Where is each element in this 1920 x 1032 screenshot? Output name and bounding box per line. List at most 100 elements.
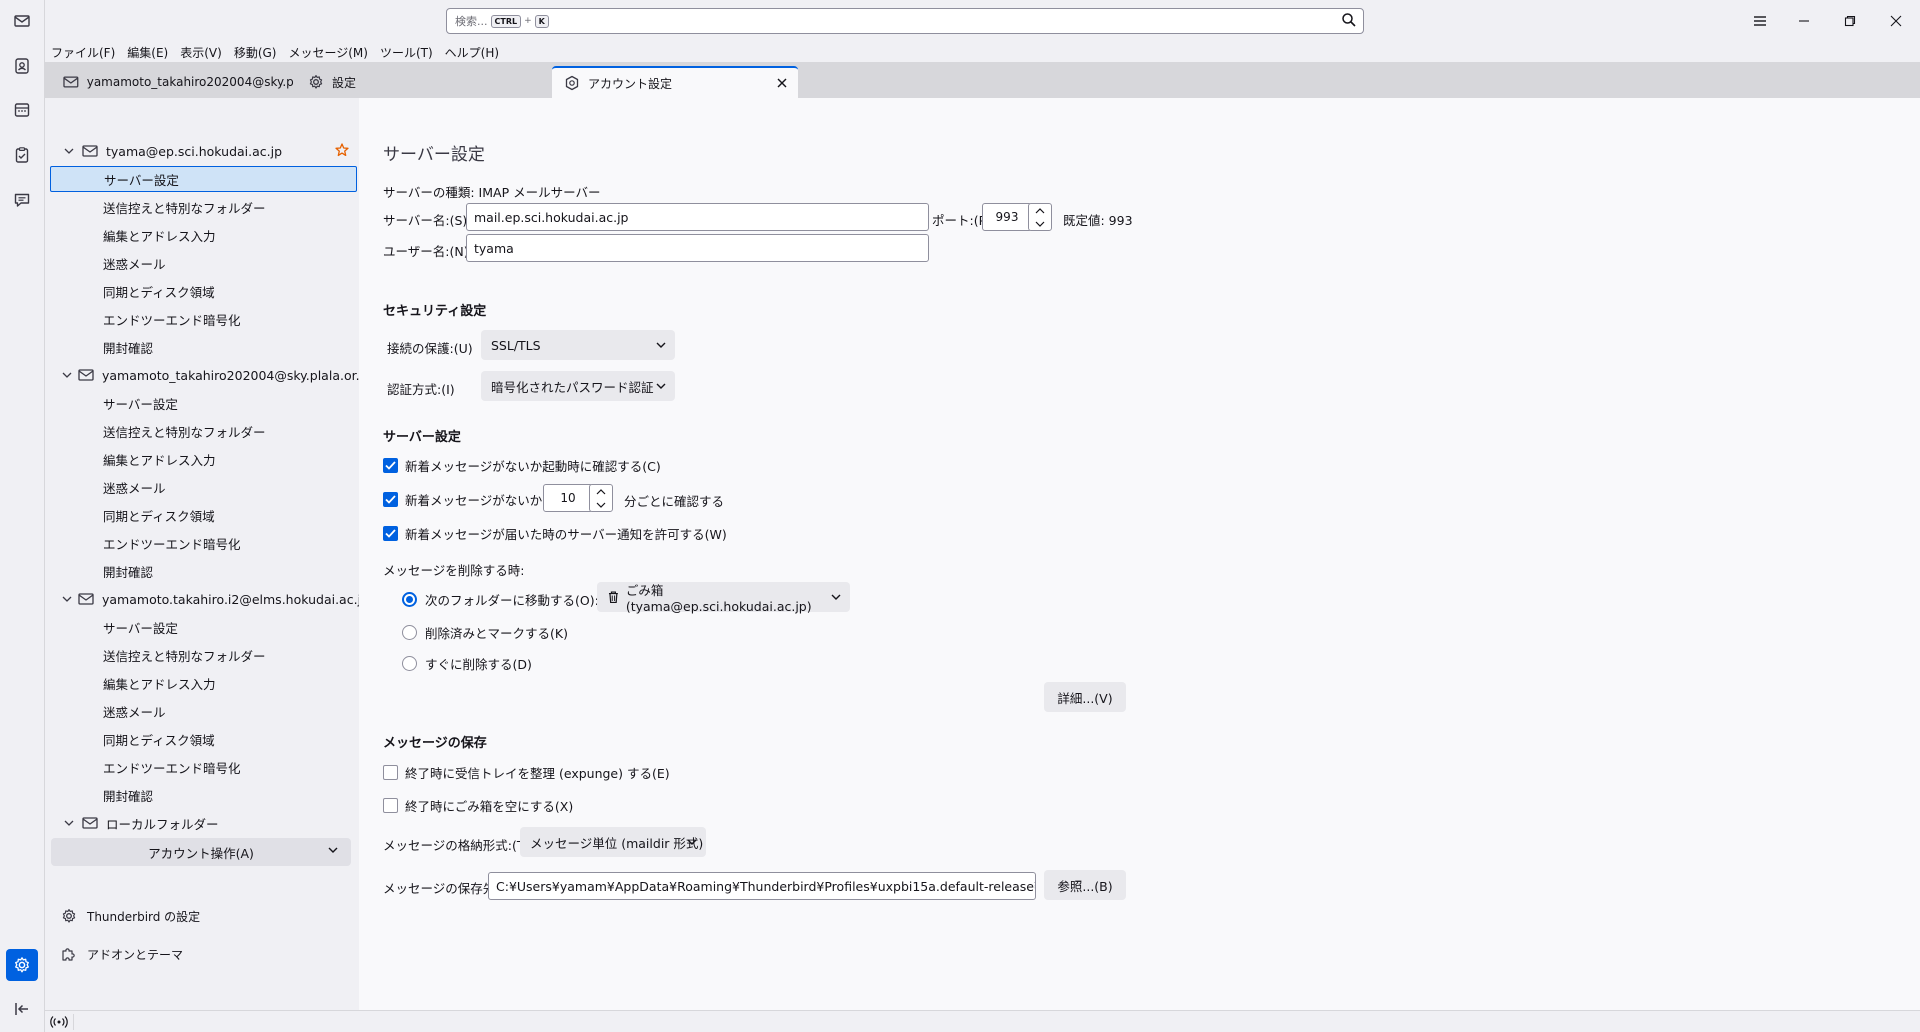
menu-tools[interactable]: ツール(T) [374,42,439,62]
shortcut-key-ctrl: CTRL [490,14,522,28]
trash-icon [608,591,618,604]
account-subitem[interactable]: 送信控えと特別なフォルダー [50,642,357,668]
mail-space-button[interactable] [6,5,38,37]
account-subitem[interactable]: 同期とディスク領域 [50,502,357,528]
account-subitem[interactable]: サーバー設定 [50,166,357,192]
thunderbird-settings-link[interactable]: Thunderbird の設定 [61,904,200,928]
auth-method-value: 暗号化されたパスワード認証 [491,379,654,395]
menu-file[interactable]: ファイル(F) [45,42,121,62]
menu-edit[interactable]: 編集(E) [121,42,174,62]
close-window-button[interactable] [1873,0,1919,42]
empty-trash-checkbox[interactable]: 終了時にごみ箱を空にする(X) [383,796,573,815]
move-to-folder-radio[interactable]: 次のフォルダーに移動する(O): [402,590,599,609]
tasks-space-button[interactable] [6,139,38,171]
chevron-down-icon[interactable] [62,818,76,828]
account-subitem[interactable]: エンドツーエンド暗号化 [50,754,357,780]
account-row[interactable]: ローカルフォルダー [50,810,357,836]
account-subitem-label: 編集とアドレス入力 [103,228,216,244]
account-actions-button[interactable]: アカウント操作(A) [51,838,351,866]
chevron-down-icon[interactable] [62,146,76,156]
addons-link[interactable]: アドオンとテーマ [61,942,183,966]
chevron-down-icon [831,594,841,600]
check-every-label: 新着メッセージがないか(Y) [405,493,560,508]
account-subitem[interactable]: サーバー設定 [50,614,357,640]
close-icon [1890,15,1902,27]
auth-method-select[interactable]: 暗号化されたパスワード認証 [481,371,675,401]
check-interval-input[interactable]: 10 [543,484,593,512]
check-interval-spinner[interactable] [589,484,613,512]
account-subitem[interactable]: 編集とアドレス入力 [50,446,357,472]
port-spinner[interactable] [1028,203,1052,231]
tab-settings-label: 設定 [332,75,357,90]
collapse-spaces-button[interactable] [6,993,38,1025]
menu-help[interactable]: ヘルプ(H) [439,42,505,62]
check-startup-checkbox[interactable]: 新着メッセージがないか起動時に確認する(C) [383,456,661,475]
username-input[interactable]: tyama [466,234,929,262]
account-subitem[interactable]: エンドツーエンド暗号化 [50,530,357,556]
checkmark-icon [383,492,398,507]
tab-account-settings[interactable]: アカウント設定 [552,66,798,98]
chevron-up-icon [1035,207,1045,213]
tab-account-settings-close-button[interactable] [774,75,790,91]
check-every-checkbox[interactable]: 新着メッセージがないか(Y) [383,490,560,509]
minimize-icon [1799,20,1809,22]
mark-deleted-radio[interactable]: 削除済みとマークする(K) [402,623,568,642]
account-subitem[interactable]: 迷惑メール [50,250,357,276]
browse-button[interactable]: 参照...(B) [1044,870,1126,900]
store-type-select[interactable]: メッセージ単位 (maildir 形式) [520,827,706,857]
account-subitem[interactable]: 送信控えと特別なフォルダー [50,194,357,220]
radio-unselected-icon [402,625,417,640]
account-subitem[interactable]: 開封確認 [50,782,357,808]
chevron-down-icon [596,502,606,508]
account-subitem[interactable]: 同期とディスク領域 [50,726,357,752]
restore-button[interactable] [1827,0,1873,42]
trash-folder-select[interactable]: ごみ箱 (tyama@ep.sci.hokudai.ac.jp) [597,582,850,614]
calendar-space-button[interactable] [6,94,38,126]
account-subitem[interactable]: 編集とアドレス入力 [50,670,357,696]
account-subitem[interactable]: 編集とアドレス入力 [50,222,357,248]
connection-security-label: 接続の保護:(U) [387,341,473,356]
account-subitem[interactable]: 送信控えと特別なフォルダー [50,418,357,444]
local-dir-label: メッセージの保存先: [383,881,500,896]
chevron-down-icon [328,847,338,853]
menu-go[interactable]: 移動(G) [228,42,283,62]
tab-mail[interactable]: yamamoto_takahiro202004@sky.plala.o [51,66,293,98]
chat-space-button[interactable] [6,184,38,216]
account-subitem[interactable]: サーバー設定 [50,390,357,416]
delete-now-radio[interactable]: すぐに削除する(D) [402,654,532,673]
menu-message[interactable]: メッセージ(M) [282,42,373,62]
settings-space-button[interactable] [6,949,38,981]
account-subitem[interactable]: 開封確認 [50,558,357,584]
account-row[interactable]: tyama@ep.sci.hokudai.ac.jp [50,138,357,164]
account-subitem[interactable]: エンドツーエンド暗号化 [50,306,357,332]
account-subitem[interactable]: 開封確認 [50,334,357,360]
server-settings-heading: サーバー設定 [383,430,461,445]
search-icon[interactable] [1341,12,1357,28]
connection-security-select[interactable]: SSL/TLS [481,330,675,360]
address-book-space-button[interactable] [6,50,38,82]
account-row[interactable]: yamamoto_takahiro202004@sky.plala.or.jp [50,362,359,388]
account-subitem[interactable]: 同期とディスク領域 [50,278,357,304]
port-input[interactable]: 993 [982,203,1032,231]
online-status-icon[interactable] [50,1015,68,1029]
allow-notify-checkbox[interactable]: 新着メッセージが届いた時のサーバー通知を許可する(W) [383,524,727,543]
tab-settings[interactable]: 設定 [296,66,592,98]
minimize-button[interactable] [1781,0,1827,42]
account-subitem-label: 同期とディスク領域 [103,508,215,524]
global-search-input[interactable]: 検索... CTRL + K [446,8,1364,34]
account-subitem-label: 送信控えと特別なフォルダー [103,200,266,216]
default-account-star-icon [335,143,349,157]
local-dir-input[interactable]: C:¥Users¥yamam¥AppData¥Roaming¥Thunderbi… [488,872,1036,900]
account-subitem[interactable]: 迷惑メール [50,474,357,500]
advanced-button[interactable]: 詳細...(V) [1044,682,1126,712]
chevron-up-icon [596,488,606,494]
menu-view[interactable]: 表示(V) [174,42,228,62]
account-row[interactable]: yamamoto.takahiro.i2@elms.hokudai.ac.jp [50,586,359,612]
mail-account-icon [78,368,94,382]
account-subitem[interactable]: 迷惑メール [50,698,357,724]
server-name-input[interactable]: mail.ep.sci.hokudai.ac.jp [466,203,929,231]
expunge-checkbox[interactable]: 終了時に受信トレイを整理 (expunge) する(E) [383,763,670,782]
chevron-down-icon[interactable] [62,370,72,380]
app-menu-button[interactable] [1737,0,1783,42]
chevron-down-icon[interactable] [62,594,72,604]
